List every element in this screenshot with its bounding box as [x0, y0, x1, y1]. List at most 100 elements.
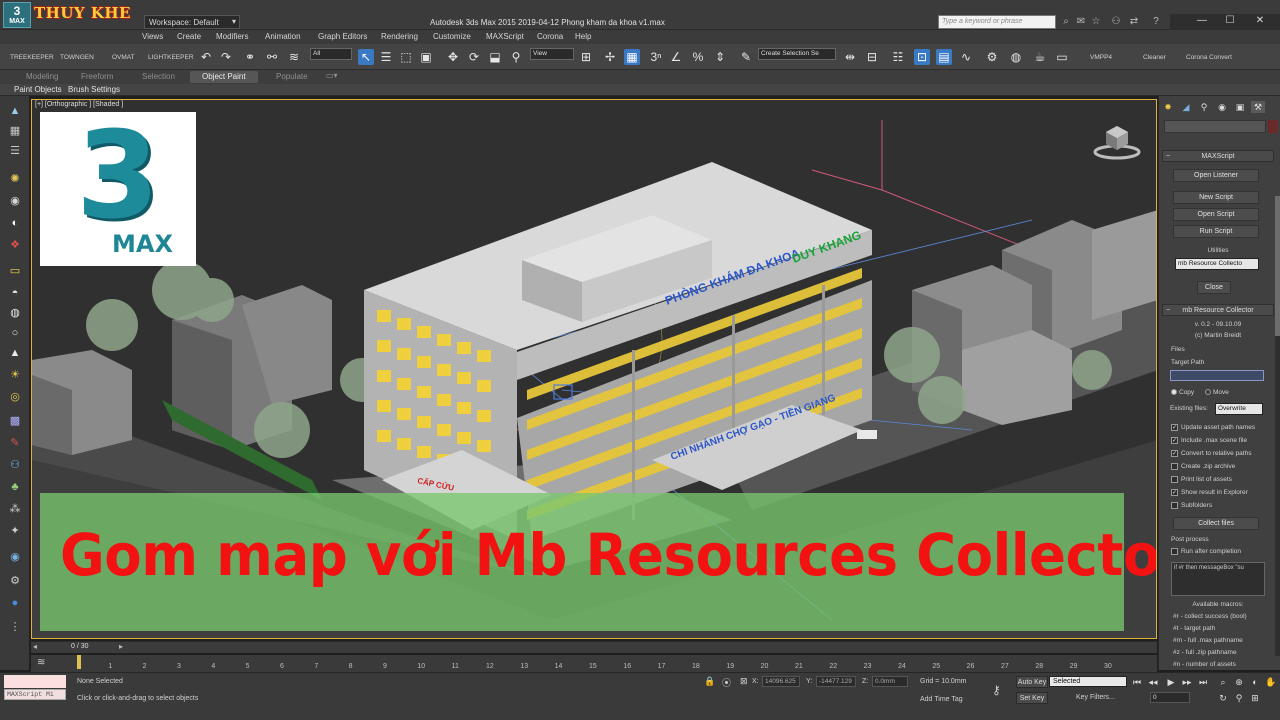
key-filters-button[interactable]: Key Filters...	[1076, 694, 1115, 701]
select-object-icon[interactable]: ↖	[358, 49, 374, 65]
lightkeeper-button[interactable]: LIGHTKEEPER	[148, 54, 194, 61]
manipulate-icon[interactable]: ✢	[602, 49, 618, 65]
star-icon[interactable]: ☆	[1090, 16, 1102, 28]
treekeeper-button[interactable]: TREEKEEPER	[10, 54, 54, 61]
ribbon-options-icon[interactable]: ▭▾	[326, 71, 338, 80]
rectangular-selection-icon[interactable]: ⬚	[398, 49, 414, 65]
scene-list-icon[interactable]: ▦	[7, 124, 23, 138]
pivot-center-icon[interactable]: ⊞	[578, 49, 594, 65]
open-script-button[interactable]: Open Script	[1173, 208, 1259, 221]
chevron-right-icon[interactable]: ▸	[119, 642, 123, 651]
track-bar[interactable]: ≋ 01234567891011121314151617181920212223…	[31, 655, 1157, 672]
layer-manager-icon[interactable]: ☷	[890, 49, 906, 65]
menu-maxscript[interactable]: MAXScript	[486, 32, 524, 41]
previous-frame-icon[interactable]: ◂◂	[1146, 676, 1160, 688]
gear-icon[interactable]: ⚙	[7, 574, 23, 588]
mini-curve-editor-icon[interactable]: ≋	[37, 657, 51, 669]
cone-icon[interactable]: ▲	[7, 346, 23, 360]
redo-icon[interactable]: ↷	[218, 49, 234, 65]
minimize-button[interactable]: —	[1190, 14, 1214, 28]
towngen-button[interactable]: TOWNGEN	[60, 54, 94, 61]
play-icon[interactable]: ▶	[1164, 676, 1178, 688]
menu-views[interactable]: Views	[142, 32, 163, 41]
auto-key-button[interactable]: Auto Key	[1016, 676, 1048, 688]
paint-deform-icon[interactable]: ✦	[7, 524, 23, 538]
cleaner-button[interactable]: Cleaner	[1143, 54, 1166, 61]
new-script-button[interactable]: New Script	[1173, 191, 1259, 204]
edit-named-selection-icon[interactable]: ✎	[738, 49, 754, 65]
viewport-orthographic[interactable]: [+] [Orthographic ] [Shaded ] PHÒNG KHÁM…	[31, 99, 1157, 639]
option-run-after[interactable]: Run after completion	[1171, 548, 1241, 558]
menu-create[interactable]: Create	[177, 32, 201, 41]
absolute-mode-icon[interactable]: ⊠	[740, 676, 748, 687]
option-convert-relative[interactable]: ✓ Convert to relative paths	[1171, 450, 1251, 460]
menu-modifiers[interactable]: Modifiers	[216, 32, 248, 41]
spinner-snap-icon[interactable]: ⇕	[712, 49, 728, 65]
menu-help[interactable]: Help	[575, 32, 591, 41]
z-coordinate-field[interactable]: 0.0mm	[872, 676, 908, 687]
rotate-icon[interactable]: ⟳	[466, 49, 482, 65]
move-icon[interactable]: ✥	[445, 49, 461, 65]
option-include-max-scene[interactable]: ✓ Include .max scene file	[1171, 437, 1247, 447]
open-listener-button[interactable]: Open Listener	[1173, 169, 1259, 182]
command-panel-scrollbar[interactable]	[1275, 196, 1280, 656]
unlink-icon[interactable]: ⚯	[264, 49, 280, 65]
link-icon[interactable]: ⚭	[242, 49, 258, 65]
utilities-tab-icon[interactable]: ⚒	[1251, 101, 1265, 113]
search-input[interactable]: Type a keyword or phrase	[938, 15, 1056, 29]
y-coordinate-field[interactable]: -14477.129	[816, 676, 856, 687]
sphere-icon[interactable]: ○	[7, 326, 23, 340]
tab-selection[interactable]: Selection	[142, 72, 175, 81]
mirror-icon[interactable]: ⇹	[842, 49, 858, 65]
render-frame-icon[interactable]: ▭	[1054, 49, 1070, 65]
frame-icon[interactable]: ▭	[7, 264, 23, 278]
viewcube[interactable]	[1092, 122, 1142, 162]
checker-icon[interactable]: ▩	[7, 414, 23, 428]
menu-corona[interactable]: Corona	[537, 32, 563, 41]
undo-icon[interactable]: ↶	[198, 49, 214, 65]
walk-icon[interactable]: ⚲	[1232, 692, 1246, 704]
light-icon[interactable]: ✺	[7, 172, 23, 186]
scatter-icon[interactable]: ⁂	[7, 502, 23, 516]
display-tab-icon[interactable]: ▣	[1233, 101, 1247, 113]
snaps-toggle-icon[interactable]: 3ⁿ	[648, 49, 664, 65]
copy-radio[interactable]: Copy	[1171, 389, 1194, 396]
tab-freeform[interactable]: Freeform	[81, 72, 113, 81]
command-panel-field[interactable]	[1164, 120, 1266, 133]
hierarchy-tab-icon[interactable]: ⚲	[1197, 101, 1211, 113]
select-by-name-icon[interactable]: ☰	[378, 49, 394, 65]
corona-convert-button[interactable]: Corona Convert	[1186, 54, 1232, 61]
create-tab-icon[interactable]: ✸	[1161, 101, 1175, 113]
keyboard-shortcut-override-icon[interactable]: ▦	[624, 49, 640, 65]
window-crossing-icon[interactable]: ▣	[418, 49, 434, 65]
next-frame-icon[interactable]: ▸▸	[1180, 676, 1194, 688]
sun-icon[interactable]: ☀	[7, 368, 23, 382]
x-coordinate-field[interactable]: 14096.625	[762, 676, 800, 687]
color-icon[interactable]: ❖	[7, 238, 23, 252]
maximize-viewport-icon[interactable]: ⊞	[1248, 692, 1262, 704]
app-menu-button[interactable]: 3 MAX	[3, 2, 31, 28]
option-create-zip[interactable]: Create .zip archive	[1171, 463, 1235, 473]
time-slider[interactable]: 0 / 30 ◂ ▸	[31, 641, 1157, 653]
go-to-start-icon[interactable]: ⏮	[1130, 676, 1144, 688]
maxscript-listener-output[interactable]	[4, 675, 66, 688]
option-print-list[interactable]: Print list of assets	[1171, 476, 1232, 486]
align-icon[interactable]: ⊟	[864, 49, 880, 65]
tree-icon[interactable]: ♣	[7, 480, 23, 494]
percent-snap-icon[interactable]: %	[690, 49, 706, 65]
material-editor-icon[interactable]: ◍	[1008, 49, 1024, 65]
option-show-explorer[interactable]: ✓ Show result in Explorer	[1171, 489, 1248, 499]
bulb-icon[interactable]: ◎	[7, 390, 23, 404]
maxscript-rollout[interactable]: − MAXScript	[1162, 150, 1274, 162]
maxscript-mini-listener[interactable]: MAXScript Mi	[4, 689, 66, 700]
half-sphere-icon[interactable]: ◓	[7, 286, 23, 300]
collector-rollout[interactable]: − mb Resource Collector	[1162, 304, 1274, 316]
add-time-tag[interactable]: Add Time Tag	[920, 696, 963, 703]
isolate-icon[interactable]: ⦿	[722, 676, 731, 689]
tab-populate[interactable]: Populate	[276, 72, 308, 81]
chevron-left-icon[interactable]: ◂	[33, 642, 37, 651]
key-icon[interactable]: ⚷	[992, 683, 1001, 697]
curve-editor-icon[interactable]: ∿	[958, 49, 974, 65]
workspace-select[interactable]: Workspace: Default ▾	[144, 15, 240, 29]
post-process-script-box[interactable]: if #r then messageBox "su	[1171, 562, 1265, 596]
